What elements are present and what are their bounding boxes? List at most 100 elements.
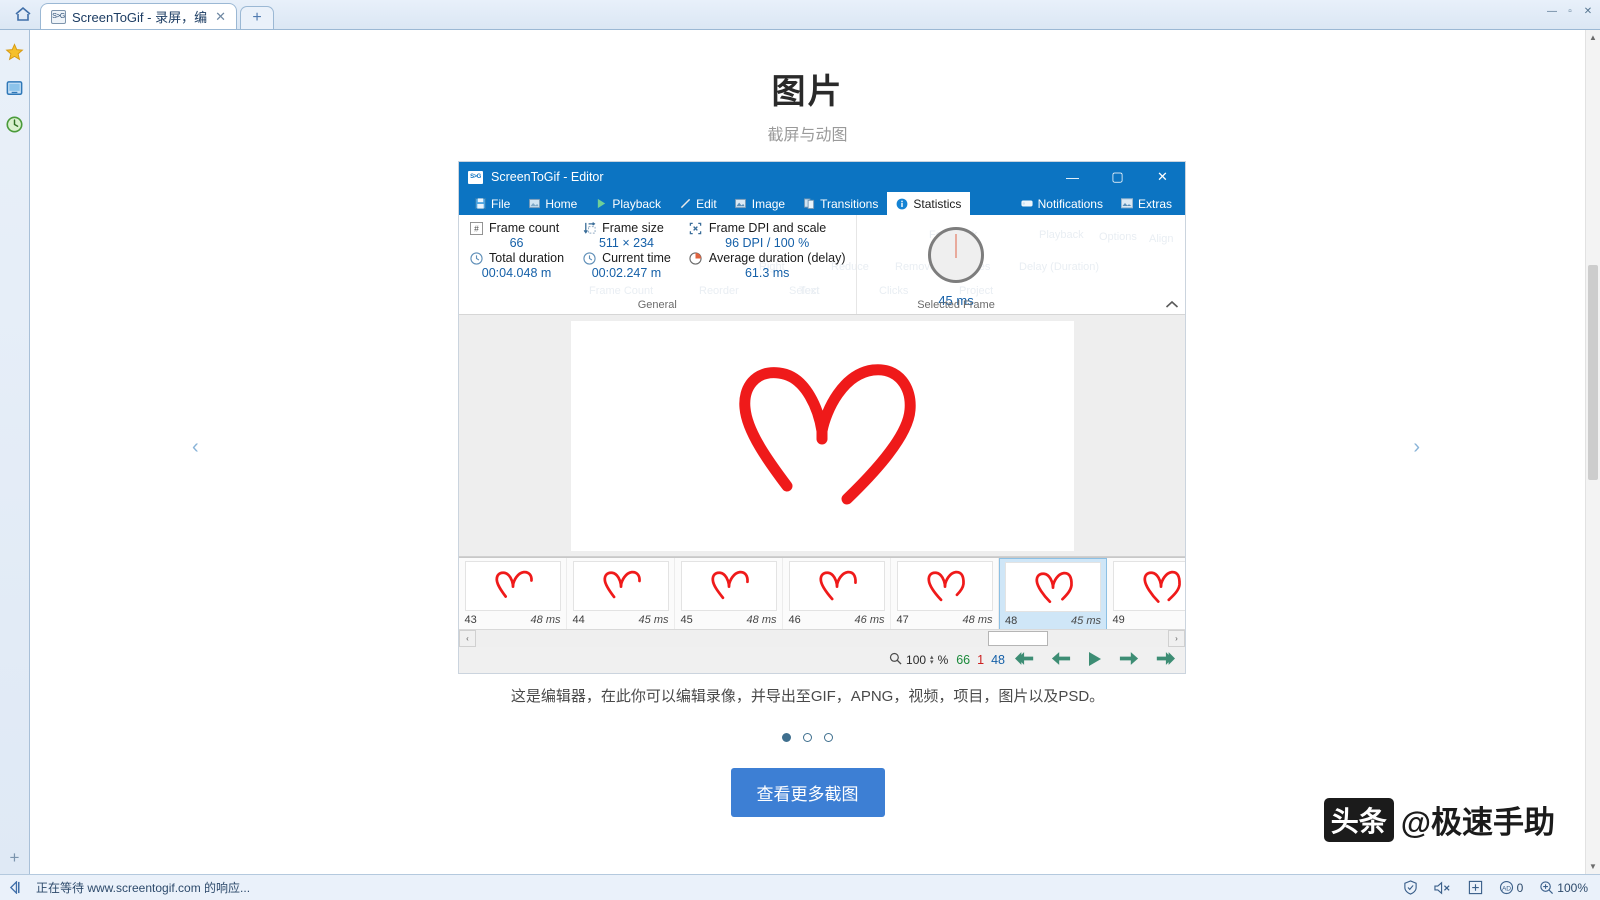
general-stats-group: # Frame count 66 Frame size (459, 215, 856, 314)
carousel-dot-2[interactable] (803, 733, 812, 742)
tab-home[interactable]: Home (519, 192, 586, 215)
zoom-control[interactable]: 100 ▴ ▾ % (889, 652, 948, 668)
scroll-left-icon[interactable]: ‹ (459, 630, 476, 647)
sidebar-add-icon[interactable]: + (0, 849, 29, 866)
stat-frame-dpi: Frame DPI and scale 96 DPI / 100 % (689, 221, 846, 250)
tab-image[interactable]: Image (726, 192, 794, 215)
page-content: 图片 截屏与动图 ‹ › S>G ScreenToGif - Editor — … (30, 30, 1600, 874)
carousel-prev-icon[interactable]: ‹ (192, 436, 199, 459)
home-icon[interactable] (6, 0, 40, 29)
tab-home-label: Home (545, 197, 577, 211)
close-icon[interactable]: ✕ (213, 9, 228, 25)
zoom-level: 100% (1557, 881, 1588, 895)
delay-dial-icon[interactable] (928, 227, 984, 283)
frame-delay: 48 ms (531, 614, 561, 626)
frame-counters: 66 1 48 (956, 653, 1005, 667)
notifications-label: Notifications (1038, 197, 1103, 211)
mute-icon[interactable] (1434, 881, 1452, 895)
filmstrip-frame[interactable]: 45 48 ms (675, 558, 783, 629)
minimize-icon[interactable]: — (1544, 4, 1560, 18)
stg-filmstrip[interactable]: 43 48 ms 44 45 ms (459, 557, 1185, 629)
watermark: 头条 @极速手助 (1324, 797, 1555, 842)
scrollbar-thumb[interactable] (988, 631, 1048, 646)
stat-frame-dpi-value: 96 DPI / 100 % (689, 236, 846, 250)
window-icon[interactable] (1468, 880, 1483, 895)
tab-edit[interactable]: Edit (670, 192, 726, 215)
close-window-icon[interactable]: ✕ (1580, 4, 1596, 18)
frame-index: 45 (681, 614, 693, 626)
carousel-next-icon[interactable]: › (1413, 436, 1420, 459)
watermark-handle: @极速手助 (1401, 797, 1555, 842)
carousel-dot-3[interactable] (824, 733, 833, 742)
transitions-icon (803, 198, 815, 210)
notification-icon (1021, 198, 1033, 210)
stat-average-duration: Average duration (delay) 61.3 ms (689, 251, 846, 280)
filmstrip-frame[interactable]: 44 45 ms (567, 558, 675, 629)
tab-transitions[interactable]: Transitions (794, 192, 887, 215)
stg-preview-canvas[interactable] (459, 315, 1185, 557)
browser-tab[interactable]: S>G ScreenToGif - 录屏，编 ✕ (40, 3, 237, 29)
nav-back-icon[interactable] (4, 881, 26, 894)
frame-delay: 45 ms (1071, 615, 1101, 627)
chevron-up-icon[interactable] (1165, 298, 1179, 312)
spinner-down-icon[interactable]: ▾ (930, 660, 934, 665)
tab-image-label: Image (752, 197, 785, 211)
stats-grid: # Frame count 66 Frame size (469, 221, 846, 280)
extras-button[interactable]: Extras (1112, 197, 1181, 211)
star-icon[interactable] (5, 42, 25, 62)
frame-thumbnail (465, 561, 561, 611)
tab-statistics[interactable]: Statistics (887, 192, 970, 215)
shield-icon[interactable] (1403, 880, 1418, 895)
tab-file-label: File (491, 197, 510, 211)
filmstrip-frame-selected[interactable]: 48 45 ms (999, 558, 1107, 629)
frame-delay: 48 ms (963, 614, 993, 626)
adblock-indicator[interactable]: AD 0 (1499, 880, 1524, 895)
screentogif-icon: S>G (468, 171, 483, 184)
view-more-screenshots-button[interactable]: 查看更多截图 (731, 768, 885, 817)
frame-delay: 48 ms (747, 614, 777, 626)
scrollbar-track[interactable] (476, 630, 1168, 647)
next-frame-button[interactable] (1119, 651, 1139, 669)
stg-close-icon[interactable]: ✕ (1140, 162, 1185, 192)
frame-thumbnail (681, 561, 777, 611)
page-scrollbar[interactable]: ▲ ▼ (1585, 30, 1600, 874)
zoom-spinner[interactable]: ▴ ▾ (930, 655, 934, 665)
screen-icon[interactable] (5, 78, 25, 98)
browser-statusbar: 正在等待 www.screentogif.com 的响应... AD 0 100… (0, 874, 1600, 900)
first-frame-button[interactable] (1015, 651, 1035, 669)
scroll-up-icon[interactable]: ▲ (1586, 30, 1600, 45)
notifications-button[interactable]: Notifications (1012, 197, 1112, 211)
play-button[interactable] (1087, 651, 1103, 670)
stat-frame-dpi-label: Frame DPI and scale (709, 221, 826, 235)
selected-frames-count: 1 (977, 653, 984, 667)
new-tab-button[interactable]: + (240, 6, 274, 29)
filmstrip-frame[interactable]: 47 48 ms (891, 558, 999, 629)
filmstrip-scrollbar[interactable]: ‹ › (459, 629, 1185, 646)
history-clock-icon[interactable] (5, 114, 25, 134)
maximize-icon[interactable]: ▫ (1562, 4, 1578, 18)
page-scrollbar-thumb[interactable] (1588, 265, 1598, 480)
stg-minimize-icon[interactable]: — (1050, 162, 1095, 192)
filmstrip-frame[interactable]: 49 47 (1107, 558, 1185, 629)
scroll-right-icon[interactable]: › (1168, 630, 1185, 647)
stat-frame-count-value: 66 (469, 236, 564, 250)
extras-label: Extras (1138, 197, 1172, 211)
last-frame-button[interactable] (1155, 651, 1175, 669)
filmstrip-frame[interactable]: 43 48 ms (459, 558, 567, 629)
zoom-value[interactable]: 100 (906, 653, 926, 667)
browser-window: S>G ScreenToGif - 录屏，编 ✕ + — ▫ ✕ + (0, 0, 1600, 900)
extras-icon (1121, 198, 1133, 210)
playback-controls (1015, 651, 1179, 670)
stg-ribbon-tabbar: File Home Playback Edit (459, 192, 1185, 215)
tab-file[interactable]: File (465, 192, 519, 215)
carousel-dot-1[interactable] (782, 733, 791, 742)
zoom-indicator[interactable]: 100% (1539, 880, 1588, 895)
frame-index: 44 (573, 614, 585, 626)
filmstrip-frame[interactable]: 46 46 ms (783, 558, 891, 629)
stat-total-duration-value: 00:04.048 m (469, 266, 564, 280)
stg-maximize-icon[interactable]: ▢ (1095, 162, 1140, 192)
previous-frame-button[interactable] (1051, 651, 1071, 669)
play-icon (595, 198, 607, 210)
tab-playback[interactable]: Playback (586, 192, 670, 215)
scroll-down-icon[interactable]: ▼ (1586, 859, 1600, 874)
